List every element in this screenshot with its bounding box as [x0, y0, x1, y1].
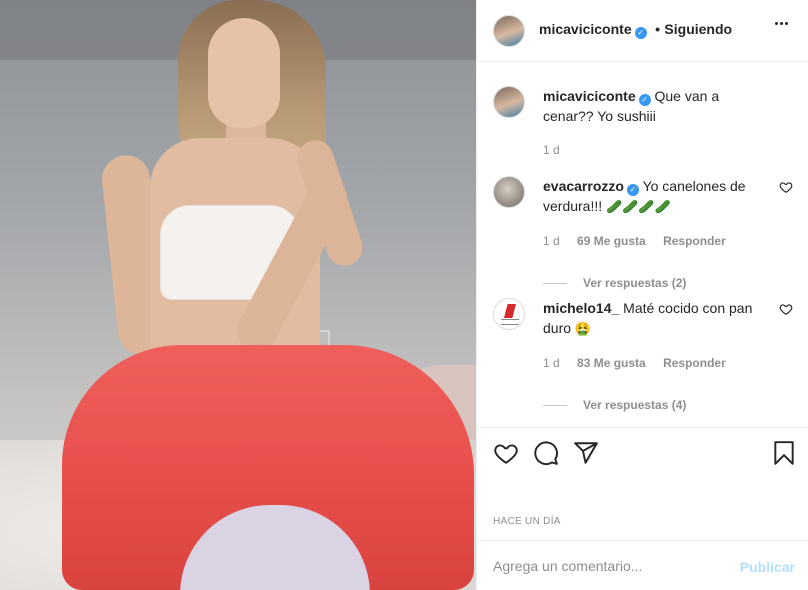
photo-face: [208, 18, 280, 128]
follow-dot: •: [655, 21, 660, 37]
comment-username[interactable]: michelo14_: [543, 300, 619, 316]
caption-username[interactable]: micaviciconte: [543, 88, 636, 104]
paper-plane-icon[interactable]: [573, 440, 599, 466]
add-comment-bar: Publicar: [477, 540, 808, 590]
reply-button[interactable]: Responder: [663, 234, 726, 248]
replies-line: [543, 405, 567, 407]
view-replies-button[interactable]: Ver respuestas (4): [543, 395, 773, 415]
comment-icon[interactable]: [533, 440, 559, 466]
caption-author-avatar[interactable]: [493, 86, 525, 118]
post-side-panel: micaviciconte ✓ • Siguiendo micaviciconte…: [476, 0, 808, 590]
commenter-avatar[interactable]: [493, 176, 525, 208]
verified-badge-icon: ✓: [626, 184, 639, 196]
author-line: micaviciconte ✓ • Siguiendo: [539, 21, 732, 39]
view-replies-button[interactable]: Ver respuestas (2): [543, 273, 773, 293]
avatar-logo-lines: [501, 319, 519, 325]
comment-likes[interactable]: 69 Me gusta: [577, 234, 646, 248]
comment-emoji: 🤮: [574, 321, 592, 336]
comment-age[interactable]: 1 d: [543, 234, 560, 248]
comment-meta: 1 d 69 Me gusta Responder: [543, 231, 773, 251]
caption-age[interactable]: 1 d: [543, 140, 773, 160]
commenter-avatar[interactable]: [493, 298, 525, 330]
verified-badge-icon: ✓: [638, 94, 651, 106]
comment-meta: 1 d 83 Me gusta Responder: [543, 353, 773, 373]
view-replies-label: Ver respuestas (4): [583, 398, 687, 412]
comment-emoji: 🥒🥒🥒🥒: [606, 199, 671, 214]
view-replies-label: Ver respuestas (2): [583, 276, 687, 290]
reply-button[interactable]: Responder: [663, 356, 726, 370]
comment-input[interactable]: [493, 555, 723, 577]
comment-age[interactable]: 1 d: [543, 356, 560, 370]
comments-list[interactable]: micaviciconte ✓ Que van a cenar?? Yo sush…: [477, 62, 808, 427]
post-timestamp[interactable]: HACE UN DÍA: [493, 516, 561, 527]
post-image[interactable]: [0, 0, 476, 590]
author-username[interactable]: micaviciconte: [539, 21, 632, 37]
avatar-logo-mark: [504, 304, 516, 318]
post-actions-bar: [477, 427, 808, 477]
publish-button[interactable]: Publicar: [740, 559, 795, 575]
heart-icon[interactable]: [493, 440, 519, 466]
comment-likes[interactable]: 83 Me gusta: [577, 356, 646, 370]
follow-status-button[interactable]: Siguiendo: [664, 21, 732, 37]
bookmark-icon[interactable]: [771, 440, 797, 466]
post-header: micaviciconte ✓ • Siguiendo: [477, 0, 808, 62]
replies-line: [543, 283, 567, 285]
more-options-icon[interactable]: [775, 22, 791, 26]
comment-username[interactable]: evacarrozzo: [543, 178, 624, 194]
author-avatar[interactable]: [493, 15, 525, 47]
comment-like-icon[interactable]: [779, 180, 793, 194]
verified-badge-icon: ✓: [634, 27, 647, 39]
comment-like-icon[interactable]: [779, 302, 793, 316]
